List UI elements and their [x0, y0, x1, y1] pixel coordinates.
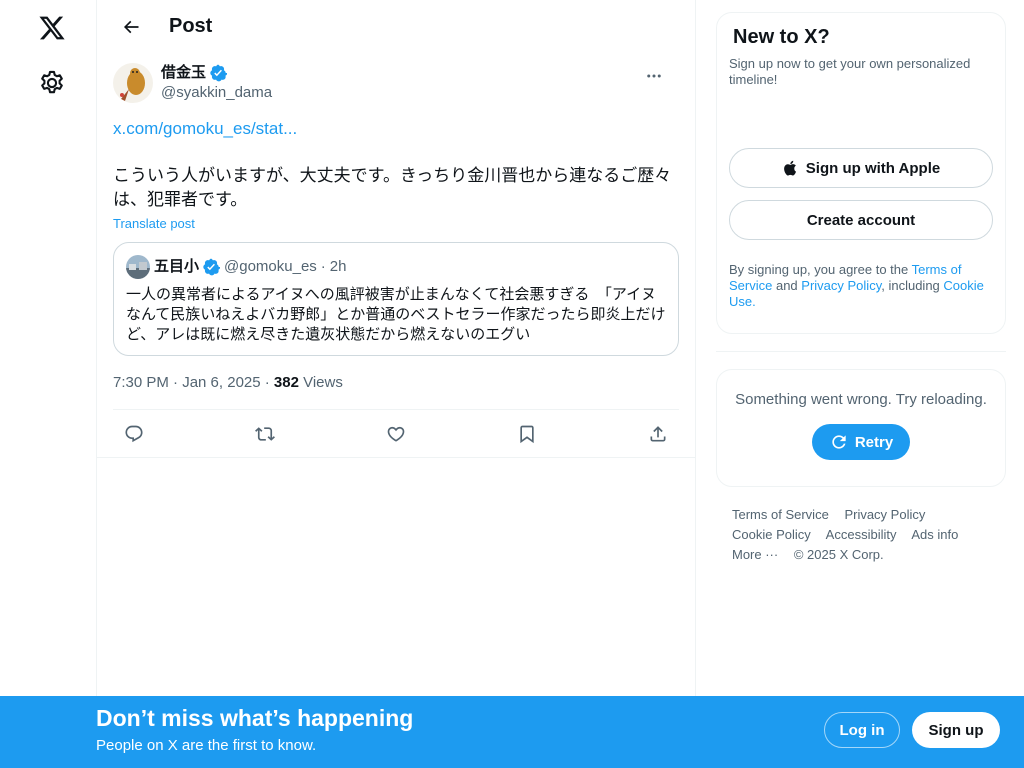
author-name-line: 借金玉 — [161, 63, 272, 83]
banner-title: Don’t miss what’s happening — [96, 705, 414, 731]
signup-card: New to X? Sign up now to get your own pe… — [716, 12, 1006, 334]
left-nav — [0, 0, 97, 768]
terms-prefix: By signing up, you agree to the — [729, 262, 912, 277]
quote-author-handle: @gomoku_es — [224, 258, 317, 275]
login-button[interactable]: Log in — [824, 712, 900, 748]
footer: Terms of Service Privacy Policy Cookie P… — [716, 505, 1006, 565]
separator-dot: · — [320, 258, 326, 275]
author-name[interactable]: 借金玉 — [161, 63, 206, 83]
app-root: Post 借金玉 @syakkin_dama x.com/gomoku_es/s… — [0, 0, 1024, 768]
footer-more[interactable]: More ··· — [732, 547, 778, 562]
settings-button[interactable] — [32, 63, 72, 103]
translate-post-link[interactable]: Translate post — [113, 216, 195, 231]
post-meta: 7:30 PM · Jan 6, 2025 · 382 Views — [113, 373, 679, 410]
more-button[interactable] — [637, 59, 671, 93]
footer-terms[interactable]: Terms of Service — [732, 507, 829, 522]
quote-text: 一人の異常者によるアイヌへの風評被害が止まんなくて社会悪すぎる 「アイヌなんて民… — [126, 286, 666, 343]
footer-cookie[interactable]: Cookie Policy — [732, 527, 811, 542]
terms-and: and — [772, 278, 802, 293]
privacy-link[interactable]: Privacy Policy — [801, 278, 881, 293]
post: 借金玉 @syakkin_dama x.com/gomoku_es/stat..… — [97, 53, 695, 458]
right-sidebar: New to X? Sign up now to get your own pe… — [716, 0, 1006, 565]
footer-row-3: More ··· © 2025 X Corp. — [732, 545, 990, 565]
main-column: Post 借金玉 @syakkin_dama x.com/gomoku_es/s… — [97, 0, 696, 768]
signup-subtitle: Sign up now to get your own personalized… — [729, 56, 971, 87]
back-button[interactable] — [113, 9, 149, 45]
top-bar: Post — [97, 0, 695, 53]
quote-header: 五目小 @gomoku_es · 2h — [126, 255, 666, 279]
author-avatar[interactable] — [113, 63, 153, 103]
bookmark-button[interactable] — [510, 417, 544, 451]
page-title: Post — [169, 15, 213, 37]
post-timestamp[interactable]: 7:30 PM · Jan 6, 2025 · — [113, 374, 274, 391]
heart-icon — [387, 426, 405, 442]
banner-subtitle: People on X are the first to know. — [96, 737, 317, 754]
repost-icon — [255, 426, 275, 441]
arrow-left-icon — [123, 20, 139, 33]
post-actions — [97, 410, 695, 458]
signup-button[interactable]: Sign up — [912, 712, 1000, 748]
retry-button[interactable]: Retry — [812, 424, 910, 460]
divider — [716, 351, 1006, 352]
error-card: Something went wrong. Try reloading. Ret… — [716, 369, 1006, 487]
create-account-button[interactable]: Create account — [729, 200, 993, 240]
verified-badge-icon — [210, 64, 228, 82]
views-label: Views — [298, 374, 343, 391]
views-count: 382 — [273, 374, 299, 391]
signup-apple-button[interactable]: Sign up with Apple — [729, 148, 993, 188]
apple-icon — [783, 160, 796, 176]
quote-avatar — [126, 255, 150, 279]
signup-banner: Don’t miss what’s happening People on X … — [0, 696, 1024, 768]
footer-privacy[interactable]: Privacy Policy — [844, 507, 925, 522]
x-logo-button[interactable] — [32, 8, 72, 48]
more-icon — [647, 74, 661, 78]
footer-copyright: © 2025 X Corp. — [793, 547, 884, 562]
error-message: Something went wrong. Try reloading. — [735, 391, 987, 408]
signup-title: New to X? — [733, 26, 830, 48]
repost-button[interactable] — [248, 417, 282, 451]
refresh-icon — [832, 435, 846, 449]
quote-time: 2h — [329, 258, 347, 275]
post-text: こういう人がいますが、大丈夫です。きっちり金川晋也から連なるご歴々は、犯罪者です… — [113, 166, 672, 209]
footer-ads[interactable]: Ads info — [911, 527, 958, 542]
quote-avatar-image — [126, 255, 150, 279]
x-logo-icon — [39, 16, 65, 40]
author-names: 借金玉 @syakkin_dama — [161, 63, 272, 103]
author-handle[interactable]: @syakkin_dama — [161, 83, 272, 103]
reply-button[interactable] — [117, 417, 151, 451]
verified-badge-icon — [203, 258, 221, 276]
signup-apple-label: Sign up with Apple — [805, 159, 941, 177]
bookmark-icon — [520, 425, 534, 443]
gear-icon — [41, 70, 63, 94]
footer-accessibility[interactable]: Accessibility — [826, 527, 897, 542]
retry-label: Retry — [854, 433, 894, 451]
share-button[interactable] — [641, 417, 675, 451]
post-link[interactable]: x.com/gomoku_es/stat... — [113, 117, 679, 141]
quoted-post[interactable]: 五目小 @gomoku_es · 2h 一人の異常者によるアイヌへの風評被害が止… — [113, 242, 679, 356]
post-author: 借金玉 @syakkin_dama — [113, 53, 679, 105]
signup-terms: By signing up, you agree to the Terms of… — [729, 262, 993, 310]
create-account-label: Create account — [806, 211, 916, 229]
share-icon — [650, 425, 666, 441]
terms-including: , including — [881, 278, 944, 293]
like-button[interactable] — [379, 417, 413, 451]
footer-row-1: Terms of Service Privacy Policy — [732, 505, 990, 525]
footer-row-2: Cookie Policy Accessibility Ads info — [732, 525, 990, 545]
reply-icon — [125, 425, 143, 442]
quote-author-name: 五目小 — [154, 258, 200, 275]
avatar-image — [113, 63, 153, 103]
